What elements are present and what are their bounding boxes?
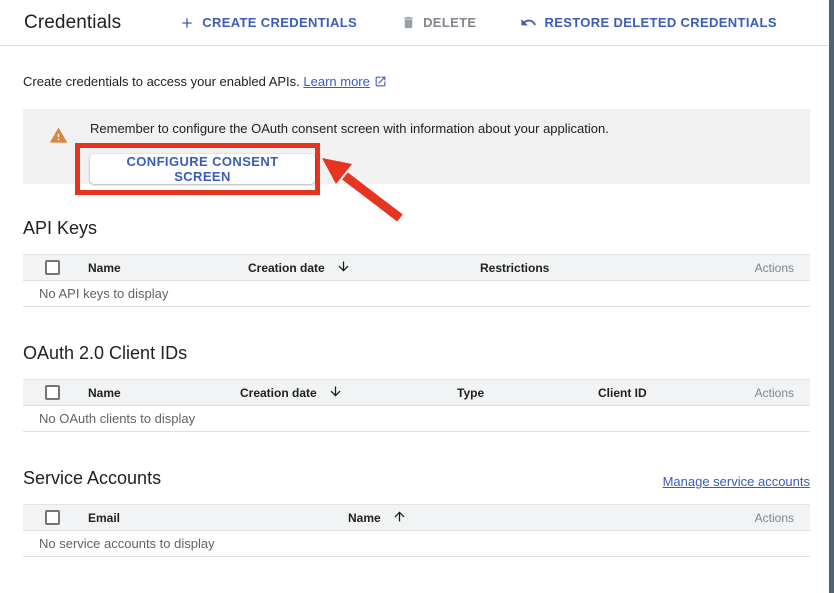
restore-deleted-credentials-button[interactable]: RESTORE DELETED CREDENTIALS xyxy=(518,10,778,35)
oauth-col-type[interactable]: Type xyxy=(457,386,598,400)
oauth-clients-heading: OAuth 2.0 Client IDs xyxy=(23,343,810,364)
credentials-page: Credentials CREATE CREDENTIALS DELETE RE… xyxy=(0,0,834,593)
service-accounts-col-actions: Actions xyxy=(690,511,810,525)
api-keys-col-actions: Actions xyxy=(690,261,810,275)
open-in-new-icon xyxy=(374,76,387,91)
warning-triangle-icon xyxy=(49,126,68,150)
api-keys-table: Name Creation date Restrictions Actions … xyxy=(23,254,810,307)
oauth-clients-empty-text: No OAuth clients to display xyxy=(23,411,195,426)
service-accounts-col-name-label: Name xyxy=(348,511,381,525)
oauth-clients-empty-row: No OAuth clients to display xyxy=(23,406,810,432)
api-keys-section: API Keys Name Creation date Restrictions… xyxy=(23,218,810,307)
sort-descending-icon xyxy=(336,259,351,277)
main-content: Create credentials to access your enable… xyxy=(0,46,829,557)
trash-icon xyxy=(401,15,416,30)
oauth-col-actions: Actions xyxy=(690,386,810,400)
service-accounts-header-row: Email Name Actions xyxy=(23,504,810,531)
service-accounts-section: Service Accounts Manage service accounts… xyxy=(23,468,810,557)
oauth-clients-table: Name Creation date Type Client ID Action… xyxy=(23,379,810,432)
api-keys-col-creation-date-label: Creation date xyxy=(248,261,325,275)
oauth-consent-warning-banner: Remember to configure the OAuth consent … xyxy=(23,109,810,184)
restore-label: RESTORE DELETED CREDENTIALS xyxy=(544,15,776,30)
sort-descending-icon xyxy=(328,384,343,402)
page-header: Credentials CREATE CREDENTIALS DELETE RE… xyxy=(0,0,834,46)
configure-consent-screen-button[interactable]: CONFIGURE CONSENT SCREEN xyxy=(90,154,315,184)
oauth-clients-select-all-checkbox[interactable] xyxy=(45,385,60,400)
api-keys-col-restrictions[interactable]: Restrictions xyxy=(480,261,690,275)
api-keys-empty-text: No API keys to display xyxy=(23,286,168,301)
plus-icon xyxy=(179,15,195,31)
create-credentials-button[interactable]: CREATE CREDENTIALS xyxy=(177,11,359,35)
api-keys-select-all-checkbox[interactable] xyxy=(45,260,60,275)
page-title: Credentials xyxy=(24,12,121,34)
learn-more-link[interactable]: Learn more xyxy=(303,74,386,89)
service-accounts-empty-text: No service accounts to display xyxy=(23,536,215,551)
oauth-col-name[interactable]: Name xyxy=(88,386,240,400)
service-accounts-empty-row: No service accounts to display xyxy=(23,531,810,557)
service-accounts-col-email[interactable]: Email xyxy=(88,511,348,525)
sort-ascending-icon xyxy=(392,509,407,527)
service-accounts-heading: Service Accounts xyxy=(23,468,161,489)
oauth-clients-section: OAuth 2.0 Client IDs Name Creation date … xyxy=(23,343,810,432)
undo-icon xyxy=(520,14,537,31)
learn-more-label: Learn more xyxy=(303,74,369,89)
api-keys-empty-row: No API keys to display xyxy=(23,281,810,307)
intro-text: Create credentials to access your enable… xyxy=(23,46,810,91)
api-keys-col-creation-date[interactable]: Creation date xyxy=(248,259,480,277)
banner-message: Remember to configure the OAuth consent … xyxy=(90,121,609,136)
manage-service-accounts-link[interactable]: Manage service accounts xyxy=(663,474,810,489)
oauth-clients-header-row: Name Creation date Type Client ID Action… xyxy=(23,379,810,406)
oauth-col-creation-date-label: Creation date xyxy=(240,386,317,400)
annotation-red-box: CONFIGURE CONSENT SCREEN xyxy=(75,143,320,195)
delete-label: DELETE xyxy=(423,15,476,30)
api-keys-col-name[interactable]: Name xyxy=(88,261,248,275)
oauth-col-client-id[interactable]: Client ID xyxy=(598,386,690,400)
toolbar: CREATE CREDENTIALS DELETE RESTORE DELETE… xyxy=(177,10,779,35)
delete-button[interactable]: DELETE xyxy=(399,11,478,34)
service-accounts-table: Email Name Actions No service accounts t… xyxy=(23,504,810,557)
service-accounts-select-all-checkbox[interactable] xyxy=(45,510,60,525)
create-credentials-label: CREATE CREDENTIALS xyxy=(202,15,357,30)
api-keys-header-row: Name Creation date Restrictions Actions xyxy=(23,254,810,281)
intro-sentence: Create credentials to access your enable… xyxy=(23,74,300,89)
scrollbar[interactable] xyxy=(829,0,834,593)
service-accounts-col-name[interactable]: Name xyxy=(348,509,690,527)
oauth-col-creation-date[interactable]: Creation date xyxy=(240,384,457,402)
api-keys-heading: API Keys xyxy=(23,218,810,239)
